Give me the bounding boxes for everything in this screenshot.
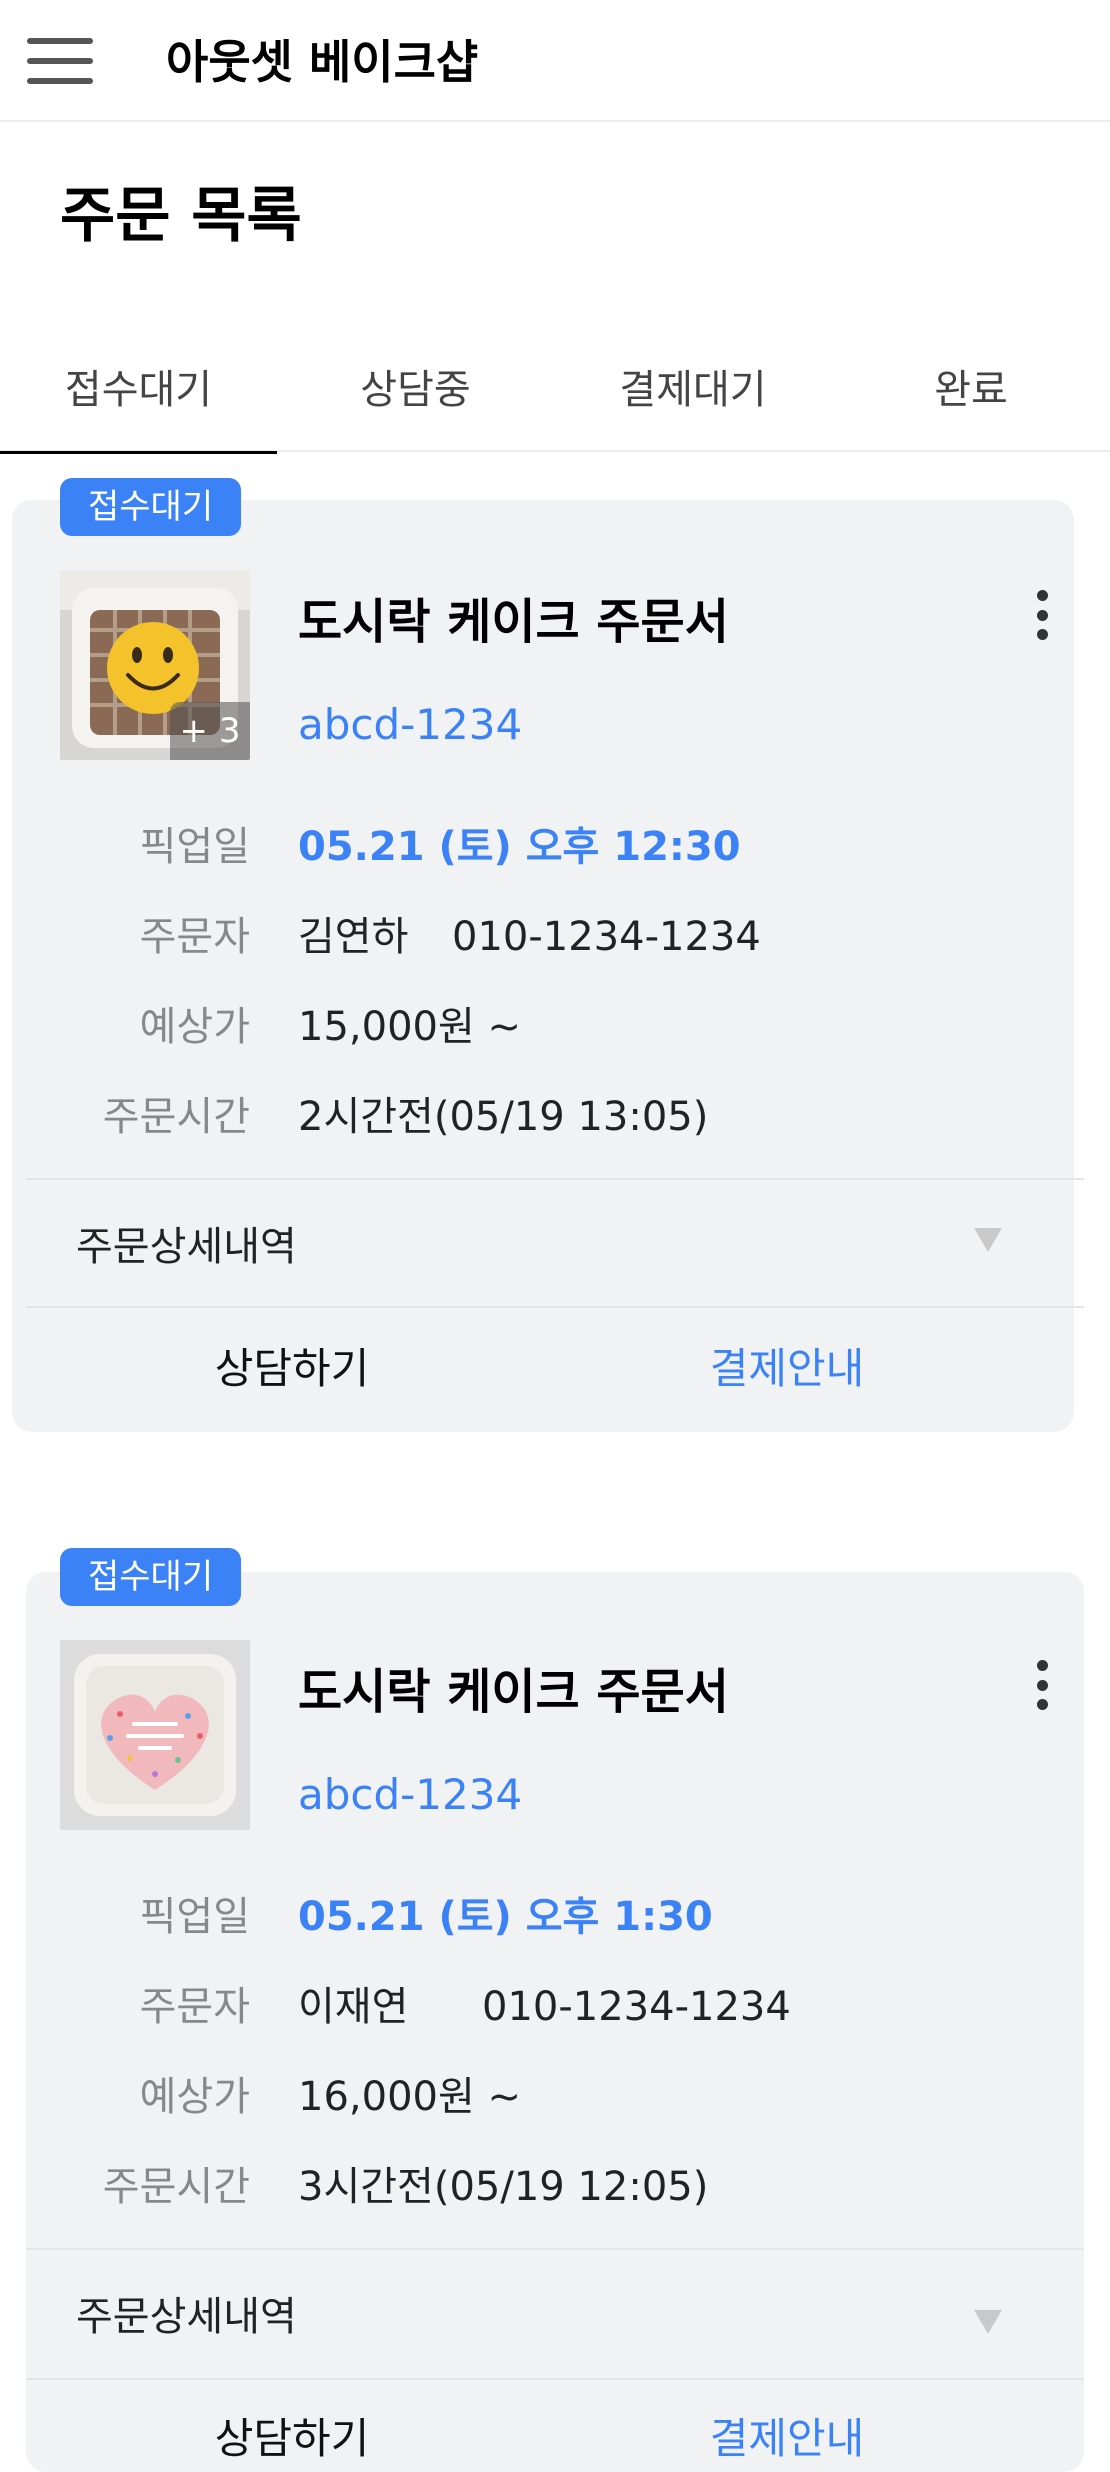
order-time-label: 주문시간	[102, 1094, 250, 1140]
order-title: 도시락 케이크 주문서	[298, 1664, 729, 1720]
customer-name: 이재연	[298, 1984, 409, 2030]
tab-consulting[interactable]: 상담중	[277, 320, 554, 452]
cake-photo[interactable]	[60, 1640, 250, 1830]
order-time-label: 주문시간	[102, 2164, 250, 2210]
divider	[26, 2248, 1084, 2250]
hamburger-menu-icon[interactable]	[27, 38, 93, 84]
estimated-price: 15,000원 ~	[298, 1004, 521, 1050]
customer-phone[interactable]: 010-1234-1234	[482, 1982, 791, 2032]
payment-guide-button[interactable]: 결제안내	[572, 1342, 1002, 1396]
status-tabs: 접수대기 상담중 결제대기 완료	[0, 320, 1110, 454]
divider	[26, 1306, 1084, 1308]
customer-label: 주문자	[139, 914, 250, 960]
pickup-date: 05.21 (토) 오후 1:30	[298, 1894, 713, 1940]
order-id[interactable]: abcd-1234	[298, 698, 522, 752]
page-title: 주문 목록	[60, 181, 302, 251]
consult-button[interactable]: 상담하기	[12, 2412, 572, 2466]
app-header: 아웃셋 베이크샵	[0, 0, 1110, 122]
pickup-label: 픽업일	[139, 824, 250, 870]
customer-phone[interactable]: 010-1234-1234	[452, 912, 761, 962]
tab-awaiting-payment[interactable]: 결제대기	[554, 320, 832, 452]
consult-button[interactable]: 상담하기	[12, 1342, 572, 1396]
chevron-down-icon[interactable]	[974, 2310, 1002, 2334]
status-badge: 접수대기	[60, 478, 242, 536]
order-id[interactable]: abcd-1234	[298, 1768, 522, 1822]
payment-guide-button[interactable]: 결제안내	[572, 2412, 1002, 2466]
order-time: 3시간전(05/19 12:05)	[298, 2164, 709, 2210]
divider	[26, 1178, 1084, 1180]
more-options-icon[interactable]	[1032, 1660, 1052, 1710]
order-details-toggle[interactable]: 주문상세내역	[76, 1222, 297, 1272]
cake-photo-image	[60, 1640, 250, 1830]
chevron-down-icon[interactable]	[974, 1228, 1002, 1252]
more-options-icon[interactable]	[1032, 590, 1052, 640]
customer-name: 김연하	[298, 914, 409, 960]
customer-label: 주문자	[139, 1984, 250, 2030]
pickup-date: 05.21 (토) 오후 12:30	[298, 824, 741, 870]
order-time: 2시간전(05/19 13:05)	[298, 1094, 709, 1140]
tab-pending[interactable]: 접수대기	[0, 320, 277, 454]
order-title: 도시락 케이크 주문서	[298, 594, 729, 650]
order-details-toggle[interactable]: 주문상세내역	[76, 2292, 297, 2342]
tab-completed[interactable]: 완료	[832, 320, 1110, 452]
price-label: 예상가	[139, 1004, 250, 1050]
more-photos-count: + 3	[170, 702, 250, 760]
price-label: 예상가	[139, 2074, 250, 2120]
cake-photo[interactable]: + 3	[60, 570, 250, 760]
shop-name: 아웃셋 베이크샵	[166, 35, 479, 89]
pickup-label: 픽업일	[139, 1894, 250, 1940]
estimated-price: 16,000원 ~	[298, 2074, 521, 2120]
divider	[26, 2378, 1084, 2380]
status-badge: 접수대기	[60, 1548, 242, 1606]
